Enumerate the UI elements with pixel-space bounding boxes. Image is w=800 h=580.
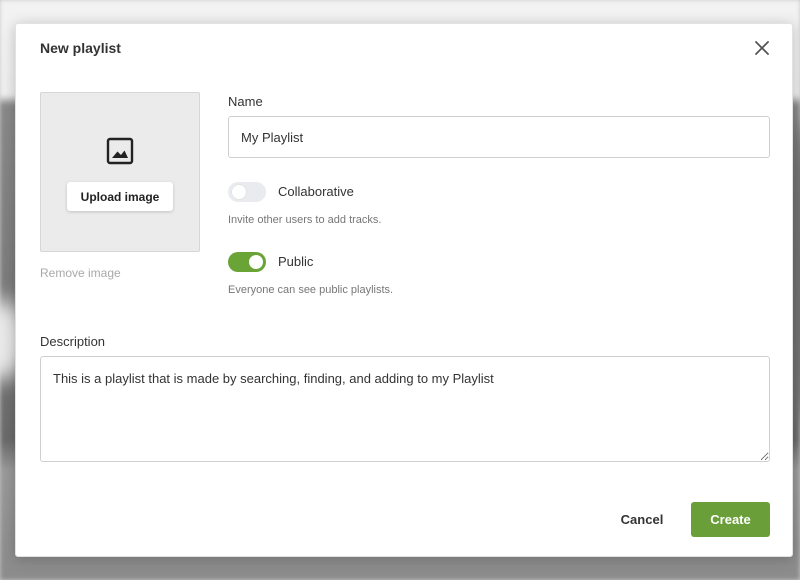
public-hint: Everyone can see public playlists. [228, 284, 394, 296]
new-playlist-dialog: New playlist Upload image Remove image N… [15, 23, 793, 557]
close-icon [755, 41, 769, 55]
name-label: Name [228, 94, 263, 109]
cancel-button[interactable]: Cancel [612, 502, 672, 536]
description-textarea[interactable]: This is a playlist that is made by searc… [40, 356, 770, 462]
description-label: Description [40, 334, 106, 349]
playlist-image-dropzone[interactable]: Upload image [40, 92, 200, 252]
collaborative-label: Collaborative [278, 184, 354, 199]
upload-image-button[interactable]: Upload image [67, 182, 173, 211]
toggle-knob [232, 185, 246, 199]
create-button[interactable]: Create [691, 502, 770, 537]
collaborative-toggle[interactable] [228, 182, 266, 202]
collaborative-hint: Invite other users to add tracks. [228, 214, 382, 226]
toggle-knob [249, 255, 263, 269]
close-button[interactable] [752, 38, 772, 58]
public-toggle[interactable] [228, 252, 266, 272]
dialog-title: New playlist [40, 40, 121, 56]
image-icon [106, 137, 134, 165]
remove-image-link[interactable]: Remove image [40, 266, 121, 280]
name-input[interactable] [228, 116, 770, 158]
public-label: Public [278, 254, 314, 269]
